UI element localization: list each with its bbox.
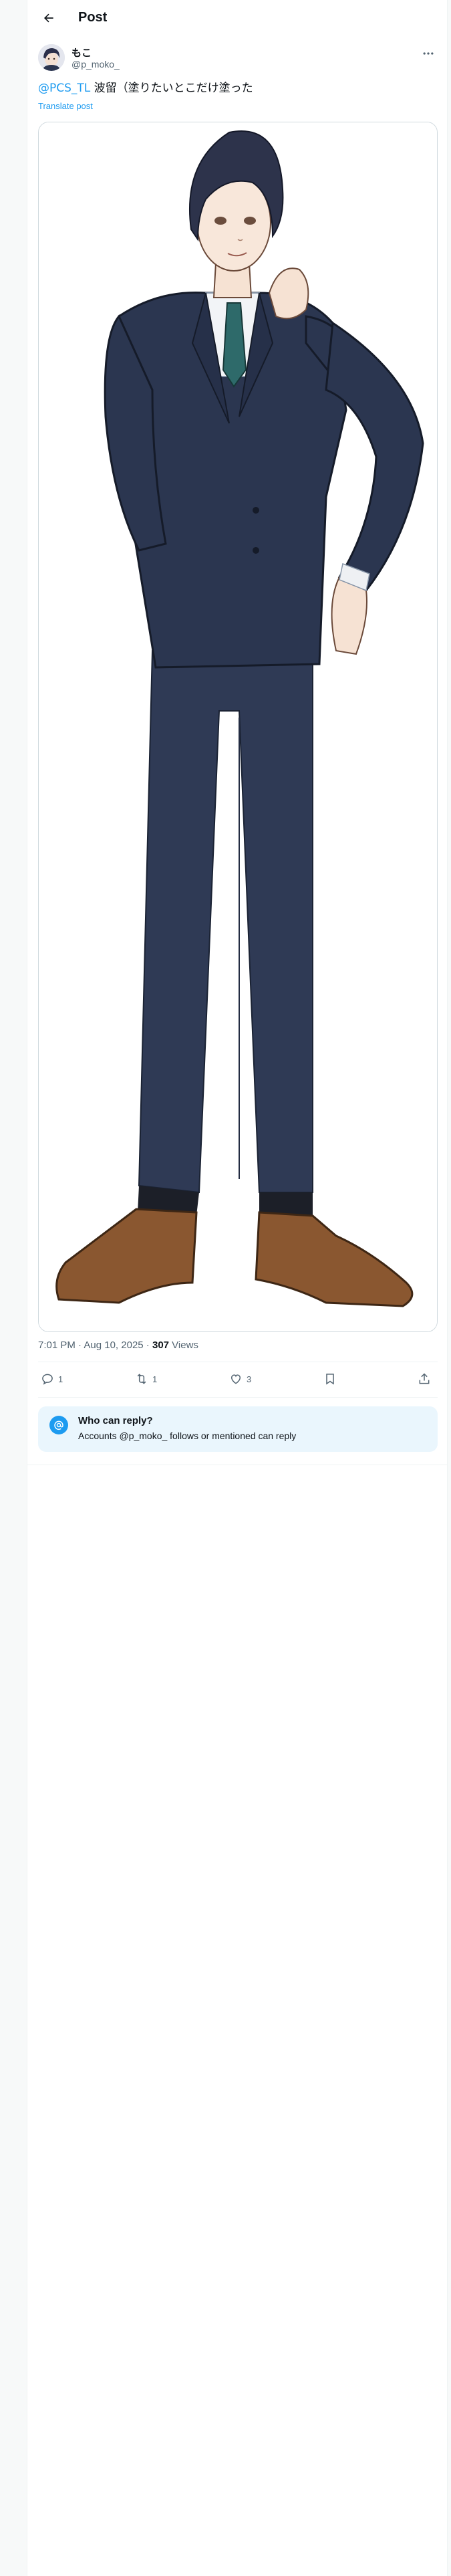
share-button[interactable] <box>418 1371 435 1387</box>
main-column: Post もこ @p_moko_ @PCS_TL 波留（塗りたいとこだけ塗った … <box>27 0 448 2576</box>
reply-count: 1 <box>58 1374 63 1384</box>
at-sign-icon <box>49 1416 68 1434</box>
views-count: 307 <box>152 1339 170 1351</box>
top-header: Post <box>27 0 447 35</box>
views-label: Views <box>169 1339 198 1351</box>
back-button[interactable] <box>39 9 58 27</box>
page-title: Post <box>78 10 108 25</box>
author-handle[interactable]: @p_moko_ <box>71 59 120 70</box>
post-time[interactable]: 7:01 PM <box>38 1339 76 1351</box>
repost-count: 1 <box>152 1374 158 1384</box>
avatar-illustration <box>38 44 65 71</box>
post-image[interactable] <box>38 122 438 1332</box>
repost-button[interactable]: 1 <box>135 1371 157 1387</box>
repost-icon <box>137 1374 146 1384</box>
author-display-name[interactable]: もこ <box>71 45 92 60</box>
post-date[interactable]: Aug 10, 2025 <box>84 1339 143 1351</box>
who-can-reply-notice: Who can reply? Accounts @p_moko_ follows… <box>38 1406 438 1452</box>
like-button[interactable]: 3 <box>229 1371 251 1387</box>
illustration-image <box>39 122 437 1331</box>
arrow-left-icon <box>44 13 53 23</box>
mention-link[interactable]: @PCS_TL <box>38 82 90 95</box>
more-options-button[interactable] <box>419 44 438 63</box>
bookmark-icon <box>326 1374 334 1385</box>
share-icon <box>419 1373 430 1384</box>
reply-notice-title: Who can reply? <box>78 1415 153 1426</box>
post-timestamp-views: 7:01 PM · Aug 10, 2025 · 307 Views <box>38 1339 198 1351</box>
reply-notice-subtitle: Accounts @p_moko_ follows or mentioned c… <box>78 1430 297 1441</box>
post-text: @PCS_TL 波留（塗りたいとこだけ塗った <box>38 81 253 96</box>
post-author: もこ @p_moko_ <box>38 44 438 74</box>
bookmark-button[interactable] <box>323 1371 341 1387</box>
translate-post-link[interactable]: Translate post <box>38 101 93 111</box>
avatar[interactable] <box>38 44 65 71</box>
post-body-text: 波留（塗りたいとこだけ塗った <box>90 82 253 95</box>
more-horizontal-icon <box>423 52 434 55</box>
action-bar: 1 1 3 <box>38 1362 438 1398</box>
heart-icon <box>231 1374 241 1384</box>
like-count: 3 <box>247 1374 252 1384</box>
reply-button[interactable]: 1 <box>41 1371 63 1387</box>
reply-icon <box>42 1374 53 1385</box>
